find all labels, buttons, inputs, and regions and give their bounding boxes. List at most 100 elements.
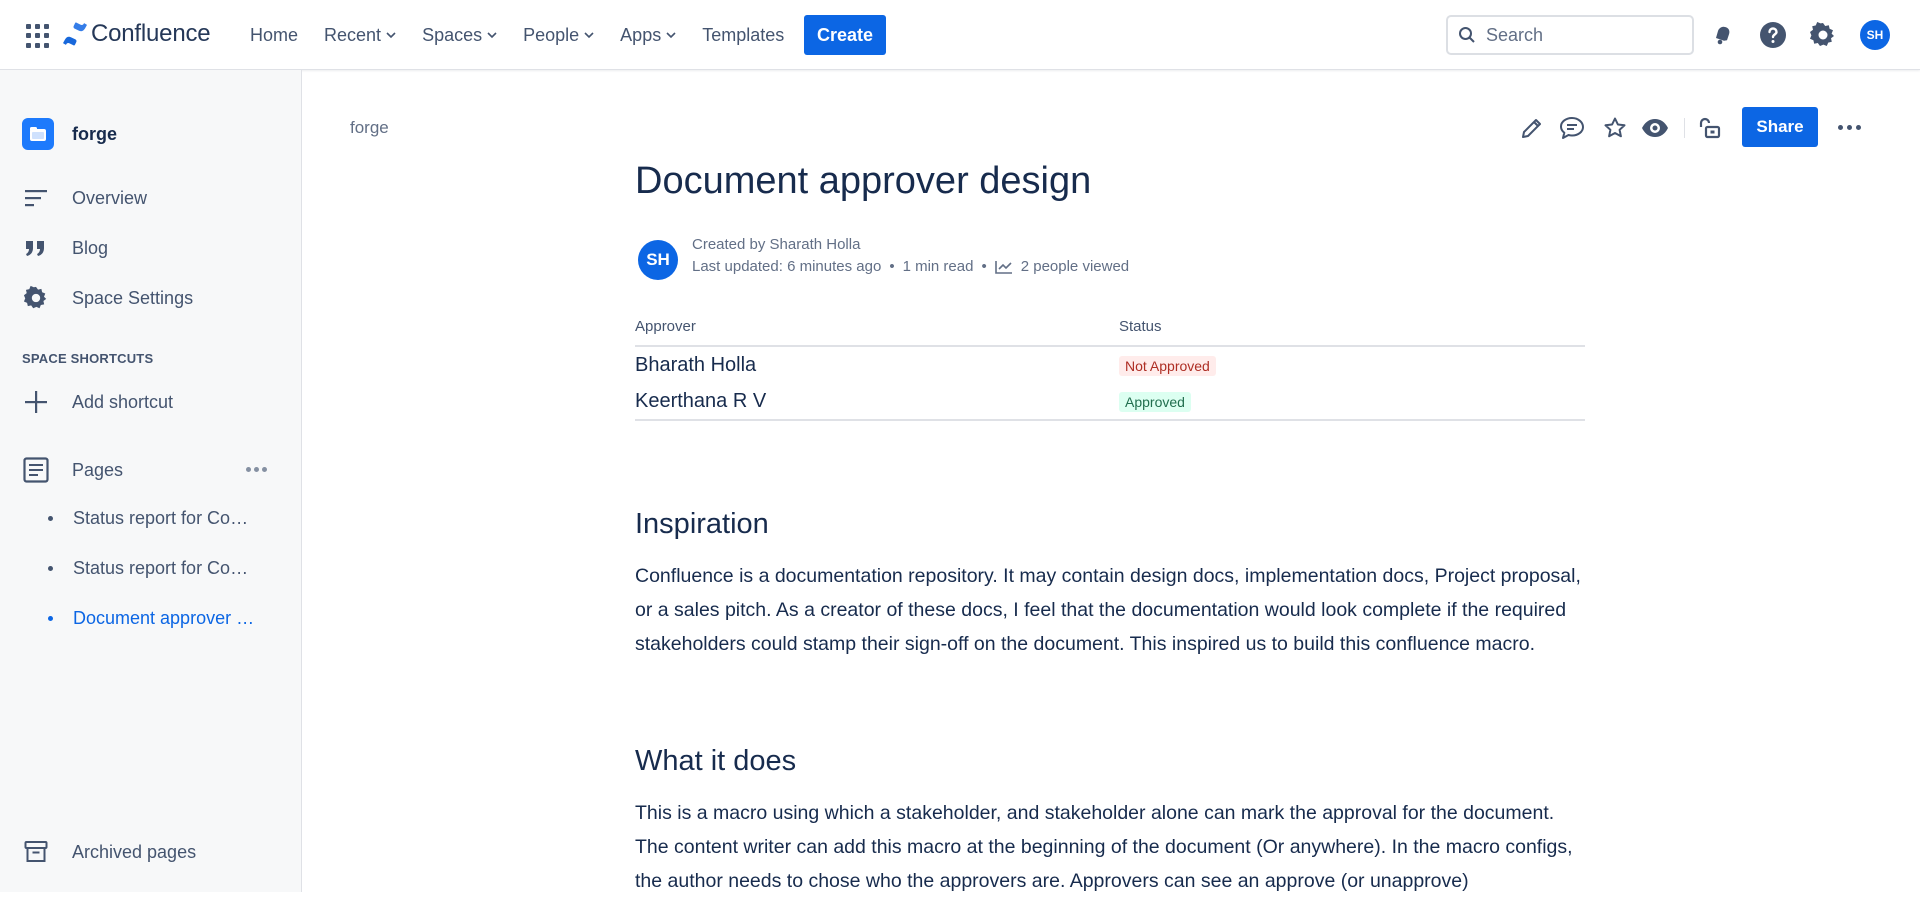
page-tree-item-label: Status report for Codegeist Unleashed xyxy=(73,558,258,578)
status-badge: Not Approved xyxy=(1119,356,1216,376)
restrictions-unlock-icon[interactable] xyxy=(1696,114,1724,142)
section-body: Confluence is a documentation repository… xyxy=(635,565,1581,655)
page-metadata: Last updated: 6 minutes ago • 1 min read… xyxy=(692,258,1129,275)
confluence-logo-icon xyxy=(63,22,87,46)
user-avatar[interactable]: SH xyxy=(1860,20,1890,50)
space-shortcuts-heading: SPACE SHORTCUTS xyxy=(22,351,154,366)
separator-dot: • xyxy=(889,258,895,275)
search-icon xyxy=(1459,27,1475,43)
sidebar-item-archived-pages[interactable]: Archived pages xyxy=(22,838,196,866)
notifications-icon[interactable] xyxy=(1708,20,1738,50)
nav-recent[interactable]: Recent xyxy=(324,25,396,46)
top-navigation: Confluence Home Recent Spaces People App… xyxy=(0,0,1920,70)
nav-label: Templates xyxy=(702,24,785,45)
star-icon[interactable] xyxy=(1601,114,1629,142)
search-input[interactable] xyxy=(1486,24,1686,46)
author-avatar[interactable]: SH xyxy=(638,240,678,280)
column-header-status: Status xyxy=(1119,312,1585,347)
sidebar-item-space-settings[interactable]: Space Settings xyxy=(22,284,193,312)
status-cell: Not Approved xyxy=(1119,346,1585,383)
bullet-icon xyxy=(48,616,53,621)
created-by[interactable]: Created by Sharath Holla xyxy=(692,236,860,253)
watch-icon[interactable] xyxy=(1641,114,1669,142)
chevron-down-icon xyxy=(386,32,396,39)
sidebar-item-label: Blog xyxy=(72,237,109,258)
page-tree-item-label: Document approver design xyxy=(73,608,258,628)
page-title: Document approver design xyxy=(635,160,1092,202)
app-switcher-icon[interactable] xyxy=(26,24,50,48)
space-header[interactable]: forge xyxy=(22,118,117,150)
pages-more-actions-icon[interactable] xyxy=(246,467,267,472)
sidebar-item-label: Space Settings xyxy=(72,287,194,308)
add-shortcut-button[interactable]: Add shortcut xyxy=(22,388,173,416)
sidebar-item-blog[interactable]: Blog xyxy=(22,234,108,262)
chevron-down-icon xyxy=(584,32,594,39)
toolbar-divider xyxy=(1684,118,1685,138)
archive-icon xyxy=(22,838,50,866)
section-heading: What it does xyxy=(635,745,797,777)
page-tree-item[interactable]: Status report for Codegeist Unleashed 20… xyxy=(48,508,258,529)
nav-label: Home xyxy=(250,24,299,45)
bullet-icon xyxy=(48,566,53,571)
approvers-table: Approver Status Bharath Holla Not Approv… xyxy=(635,312,1585,421)
section-body: This is a macro using which a stakeholde… xyxy=(635,802,1573,892)
edit-icon[interactable] xyxy=(1518,114,1546,142)
section-heading: Inspiration xyxy=(635,508,769,540)
bell-icon xyxy=(1716,26,1730,45)
overview-icon xyxy=(22,184,50,212)
page-tree-item-active[interactable]: Document approver design xyxy=(48,608,258,629)
plus-icon xyxy=(22,388,50,416)
chevron-down-icon xyxy=(487,32,497,39)
confluence-logo[interactable]: Confluence xyxy=(63,20,211,48)
page-tree-item[interactable]: Status report for Codegeist Unleashed xyxy=(48,558,258,579)
table-row: Bharath Holla Not Approved xyxy=(635,346,1585,383)
table-row: Keerthana R V Approved xyxy=(635,383,1585,421)
status-cell: Approved xyxy=(1119,383,1585,421)
sidebar-item-label: Overview xyxy=(72,187,148,208)
nav-label: Recent xyxy=(324,24,382,45)
create-button[interactable]: Create xyxy=(804,15,886,55)
status-badge: Approved xyxy=(1119,392,1191,412)
approver-name[interactable]: Bharath Holla xyxy=(635,346,1119,383)
more-actions-icon[interactable] xyxy=(1838,125,1861,130)
approver-name[interactable]: Keerthana R V xyxy=(635,383,1119,421)
sidebar: forge Overview Blog Space Settings SPACE… xyxy=(0,70,302,892)
gear-icon xyxy=(1810,22,1834,46)
nav-people[interactable]: People xyxy=(523,25,594,46)
table-header-row: Approver Status xyxy=(635,312,1585,347)
analytics-icon xyxy=(994,260,1012,274)
add-shortcut-label: Add shortcut xyxy=(72,391,174,412)
nav-home[interactable]: Home xyxy=(250,25,298,46)
space-folder-icon xyxy=(22,118,54,150)
search-field[interactable] xyxy=(1446,15,1694,55)
share-button[interactable]: Share xyxy=(1742,107,1818,147)
sidebar-item-label: Archived pages xyxy=(72,841,197,862)
page-views[interactable]: 2 people viewed xyxy=(1021,258,1129,275)
comment-icon[interactable] xyxy=(1558,114,1586,142)
question-icon xyxy=(1760,22,1786,48)
column-header-approver: Approver xyxy=(635,312,1119,347)
quote-icon xyxy=(22,234,50,262)
help-icon[interactable] xyxy=(1758,20,1788,50)
nav-label: People xyxy=(523,24,580,45)
sidebar-item-pages[interactable]: Pages xyxy=(22,456,123,484)
page-tree-item-label: Status report for Codegeist Unleashed 20… xyxy=(73,508,258,528)
nav-templates[interactable]: Templates xyxy=(702,25,784,46)
sidebar-item-label: Pages xyxy=(72,459,124,480)
nav-apps[interactable]: Apps xyxy=(620,25,676,46)
read-time: 1 min read xyxy=(902,258,974,275)
bullet-icon xyxy=(48,516,53,521)
breadcrumb[interactable]: forge xyxy=(350,118,389,138)
sidebar-item-overview[interactable]: Overview xyxy=(22,184,147,212)
primary-nav: Home Recent Spaces People Apps Templates xyxy=(238,0,810,70)
byline: SH xyxy=(638,240,678,280)
separator-dot: • xyxy=(981,258,987,275)
settings-icon[interactable] xyxy=(1808,20,1838,50)
nav-spaces[interactable]: Spaces xyxy=(422,25,497,46)
last-updated[interactable]: Last updated: 6 minutes ago xyxy=(692,258,881,275)
pages-icon xyxy=(22,456,50,484)
nav-label: Spaces xyxy=(422,24,483,45)
space-name: forge xyxy=(72,123,117,144)
logo-text: Confluence xyxy=(91,20,211,47)
nav-label: Apps xyxy=(620,24,662,45)
